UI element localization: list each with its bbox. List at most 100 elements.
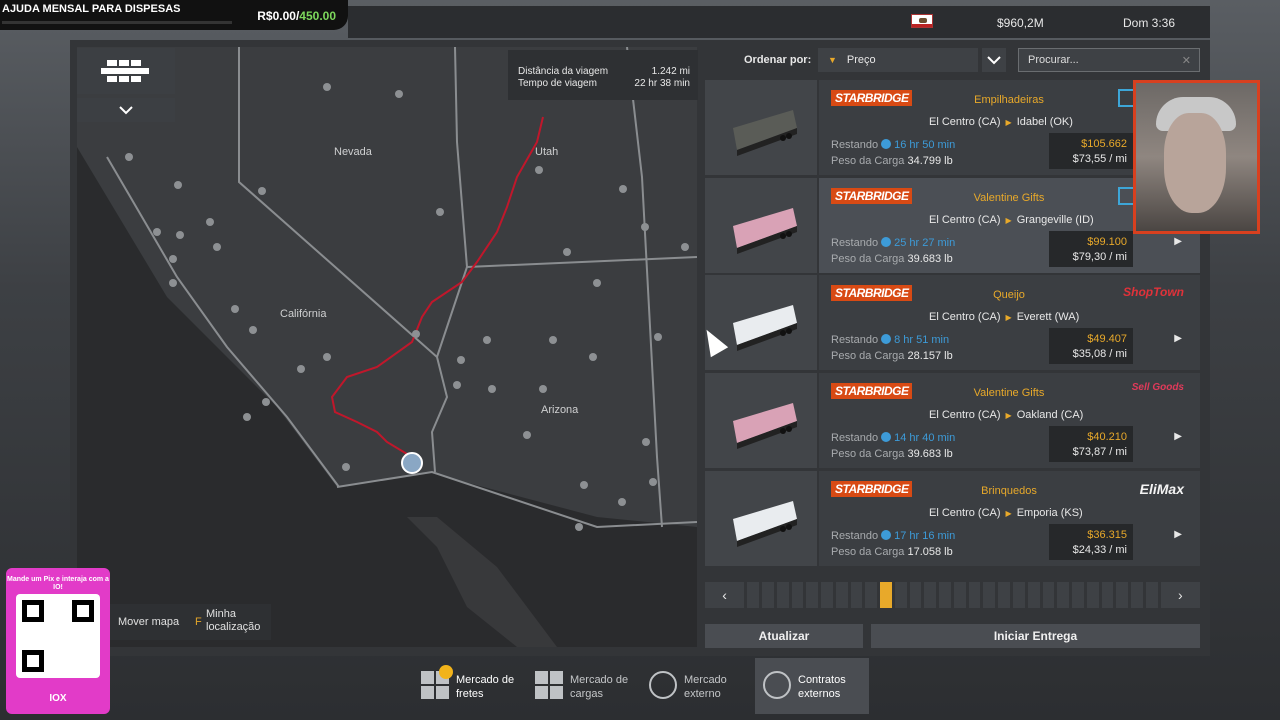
clock-icon <box>881 334 892 344</box>
job-rate: $73,87 / mi <box>1072 446 1127 458</box>
job-offer-row[interactable]: STARBRIDGE Empilhadeiras El Centro (CA) ▶… <box>705 80 1200 175</box>
job-offer-row[interactable]: STARBRIDGE Valentine Gifts El Centro (CA… <box>705 373 1200 468</box>
play-arrow-icon[interactable]: ▶ <box>1174 333 1182 344</box>
truck-location-marker <box>401 452 423 474</box>
origin-city: El Centro (CA) <box>929 409 1001 421</box>
page-7[interactable] <box>835 582 848 608</box>
time-remaining-value: 25 hr 27 min <box>894 237 956 249</box>
start-delivery-button[interactable]: Iniciar Entrega <box>871 624 1200 648</box>
page-16[interactable] <box>968 582 981 608</box>
travel-time-label: Tempo de viagem <box>518 78 597 89</box>
donation-goal: 450.00 <box>299 9 336 23</box>
map-collapse-button[interactable] <box>77 98 175 122</box>
clock-icon <box>881 139 892 149</box>
page-11[interactable] <box>894 582 907 608</box>
clear-icon[interactable]: ✕ <box>1182 54 1191 67</box>
job-card[interactable]: STARBRIDGE Queijo El Centro (CA) ▶ Everett… <box>819 275 1200 370</box>
cargo-weight: Peso da Carga 34.799 lb <box>831 155 953 167</box>
job-card[interactable]: STARBRIDGE Valentine Gifts El Centro (CA… <box>819 373 1200 468</box>
qr-brand: IOX <box>49 693 67 704</box>
time-remaining-label: Restando <box>831 432 879 444</box>
cargo-name: Valentine Gifts <box>973 192 1045 204</box>
page-8[interactable] <box>850 582 863 608</box>
page-25[interactable] <box>1101 582 1114 608</box>
sort-label: Ordenar por: <box>744 54 812 66</box>
page-6[interactable] <box>821 582 833 608</box>
job-offer-row[interactable]: STARBRIDGE Brinquedos El Centro (CA) ▶ Emp… <box>705 471 1200 566</box>
page-1[interactable] <box>747 582 759 608</box>
cargo-weight: Peso da Carga 28.157 lb <box>831 350 953 362</box>
job-offer-row[interactable]: STARBRIDGE Valentine Gifts El Centro (CA… <box>705 178 1200 273</box>
cargo-weight-label: Peso da Carga <box>831 546 905 558</box>
play-arrow-icon[interactable]: ▶ <box>1174 236 1182 247</box>
map-view-toggle-button[interactable] <box>77 48 175 94</box>
page-21[interactable] <box>1042 582 1055 608</box>
map-label-arizona: Arizona <box>541 404 579 416</box>
job-rate: $35,08 / mi <box>1072 348 1127 360</box>
destination-city: Emporia (KS) <box>1016 507 1083 519</box>
route-map[interactable] <box>77 47 697 647</box>
time-remaining: Restando 17 hr 16 min <box>831 530 955 542</box>
job-price: $49.407 <box>1087 333 1127 345</box>
page-15[interactable] <box>953 582 966 608</box>
tab-freight-market[interactable]: Mercado de fretes <box>413 658 527 714</box>
bottom-tab-bar: Mercado de fretes Mercado de cargas Mercad… <box>413 658 869 714</box>
donation-current: R$0.00 <box>257 9 296 23</box>
page-23[interactable] <box>1072 582 1084 608</box>
next-page-button[interactable]: › <box>1160 582 1200 608</box>
page-17[interactable] <box>983 582 996 608</box>
page-5[interactable] <box>806 582 819 608</box>
job-offer-row[interactable]: STARBRIDGE Queijo El Centro (CA) ▶ Everett… <box>705 275 1200 370</box>
payment-box: $36.315 $24,33 / mi <box>1049 524 1133 560</box>
destination-company-logo: ShopTown <box>1123 285 1184 299</box>
play-arrow-icon[interactable]: ▶ <box>1174 431 1182 442</box>
time-remaining-label: Restando <box>831 139 879 151</box>
page-9[interactable] <box>865 582 878 608</box>
search-input[interactable]: Procurar... ✕ <box>1018 48 1200 72</box>
play-arrow-icon[interactable]: ▶ <box>1174 529 1182 540</box>
page-20[interactable] <box>1027 582 1040 608</box>
chevron-down-icon <box>119 106 133 115</box>
route-text: El Centro (CA) ▶ Everett (WA) <box>929 311 1079 323</box>
page-2[interactable] <box>762 582 774 608</box>
my-location-hint[interactable]: Minha localização <box>206 608 266 634</box>
page-19[interactable] <box>1013 582 1025 608</box>
route-arrow-icon: ▶ <box>1005 509 1012 518</box>
time-remaining-label: Restando <box>831 530 879 542</box>
tab-line1: Mercado de <box>570 674 629 686</box>
move-map-hint: Mover mapa <box>118 616 180 628</box>
donation-goal-bar: AJUDA MENSAL PARA DISPESAS R$0.00/450.00 <box>0 0 348 30</box>
page-22[interactable] <box>1057 582 1070 608</box>
donation-progress <box>2 21 232 24</box>
page-18[interactable] <box>998 582 1011 608</box>
page-27[interactable] <box>1131 582 1143 608</box>
sort-direction-icon: ▼ <box>828 55 837 65</box>
page-24[interactable] <box>1086 582 1099 608</box>
job-rate: $79,30 / mi <box>1072 251 1127 263</box>
tab-external-contracts[interactable]: Contratos externos <box>755 658 869 714</box>
distance-value: 1.242 mi <box>651 66 690 77</box>
page-10-current[interactable] <box>880 582 892 608</box>
page-28[interactable] <box>1145 582 1158 608</box>
sort-dropdown-toggle[interactable] <box>982 48 1006 72</box>
page-3[interactable] <box>776 582 789 608</box>
route-text: El Centro (CA) ▶ Idabel (OK) <box>929 116 1073 128</box>
prev-page-button[interactable]: ‹ <box>705 582 745 608</box>
sort-dropdown[interactable]: ▼ Preço <box>818 48 978 72</box>
page-14[interactable] <box>939 582 951 608</box>
job-card[interactable]: STARBRIDGE Brinquedos El Centro (CA) ▶ Emp… <box>819 471 1200 566</box>
refresh-button[interactable]: Atualizar <box>705 624 863 648</box>
tab-cargo-market[interactable]: Mercado de cargas <box>527 658 641 714</box>
trailer-thumbnail <box>705 471 817 566</box>
page-4[interactable] <box>791 582 804 608</box>
tab-external-market[interactable]: Mercado externo <box>641 658 755 714</box>
globe-contracts-icon <box>763 671 791 699</box>
cargo-weight-label: Peso da Carga <box>831 448 905 460</box>
page-13[interactable] <box>924 582 937 608</box>
payment-box: $49.407 $35,08 / mi <box>1049 328 1133 364</box>
page-12[interactable] <box>909 582 922 608</box>
payment-box: $105.662 $73,55 / mi <box>1049 133 1133 169</box>
cargo-market-icon <box>535 671 563 699</box>
page-26[interactable] <box>1116 582 1129 608</box>
map-controls-help: Mover mapa F Minha localização <box>108 604 271 640</box>
